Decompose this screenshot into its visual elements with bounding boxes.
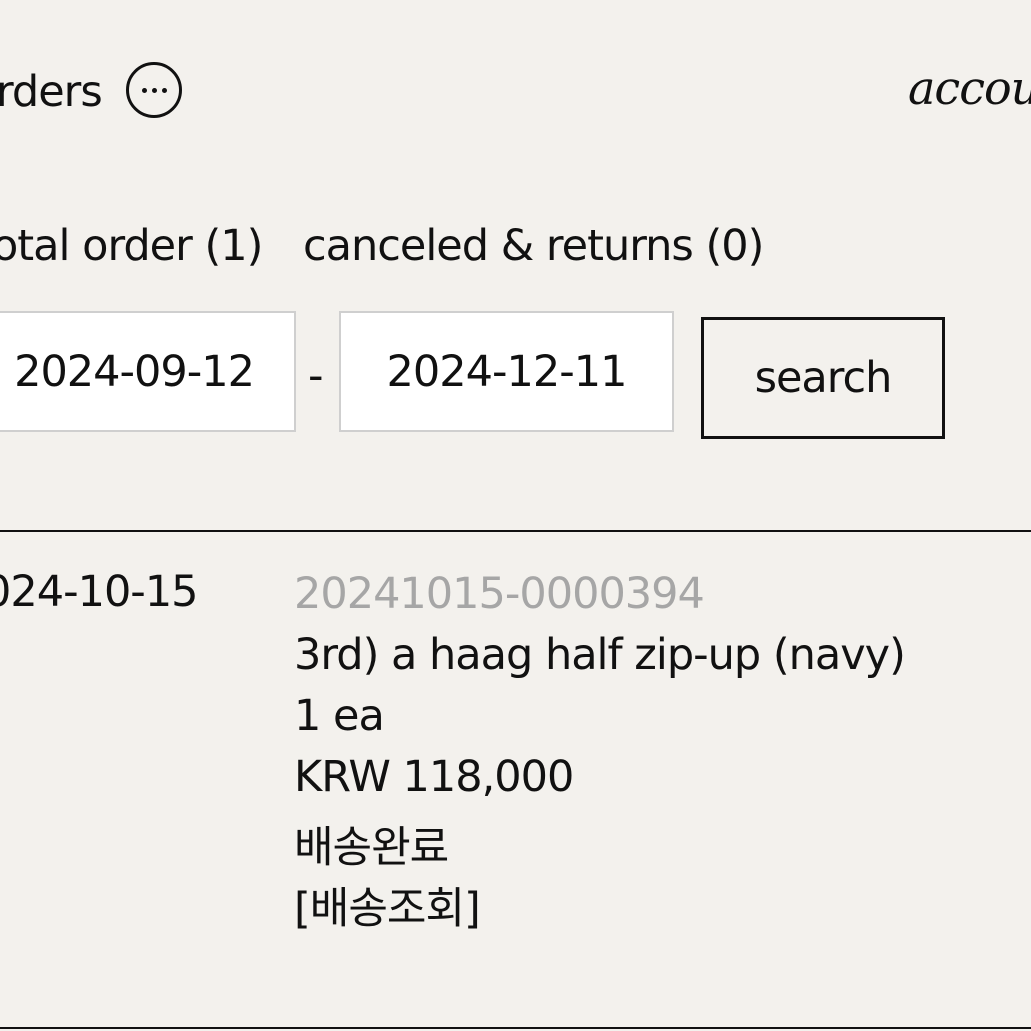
list-divider-top (0, 530, 1031, 532)
order-date: 024-10-15 (0, 567, 199, 617)
product-name: 3rd) a haag half zip-up (navy) (294, 630, 906, 680)
tracking-link[interactable]: [배송조회] (294, 879, 905, 940)
order-price: KRW 118,000 (294, 752, 574, 802)
tab-total-order[interactable]: otal order (1) (0, 218, 263, 274)
date-range-separator: - (308, 351, 324, 401)
search-button[interactable]: search (701, 317, 945, 439)
order-status: 배송완료 (294, 823, 449, 873)
start-date-input[interactable] (0, 311, 296, 432)
order-details: 20241015-0000394 3rd) a haag half zip-up… (294, 564, 906, 940)
page-title: rders (0, 67, 103, 117)
account-link[interactable]: accoun (908, 58, 1031, 118)
order-quantity: 1 ea (294, 691, 385, 741)
list-divider-bottom (0, 1027, 1031, 1029)
end-date-input[interactable] (339, 311, 674, 432)
more-options-button[interactable] (126, 62, 182, 118)
tab-canceled-returns[interactable]: canceled & returns (0) (303, 218, 764, 274)
more-horizontal-icon (141, 87, 147, 93)
order-number: 20241015-0000394 (294, 569, 705, 619)
